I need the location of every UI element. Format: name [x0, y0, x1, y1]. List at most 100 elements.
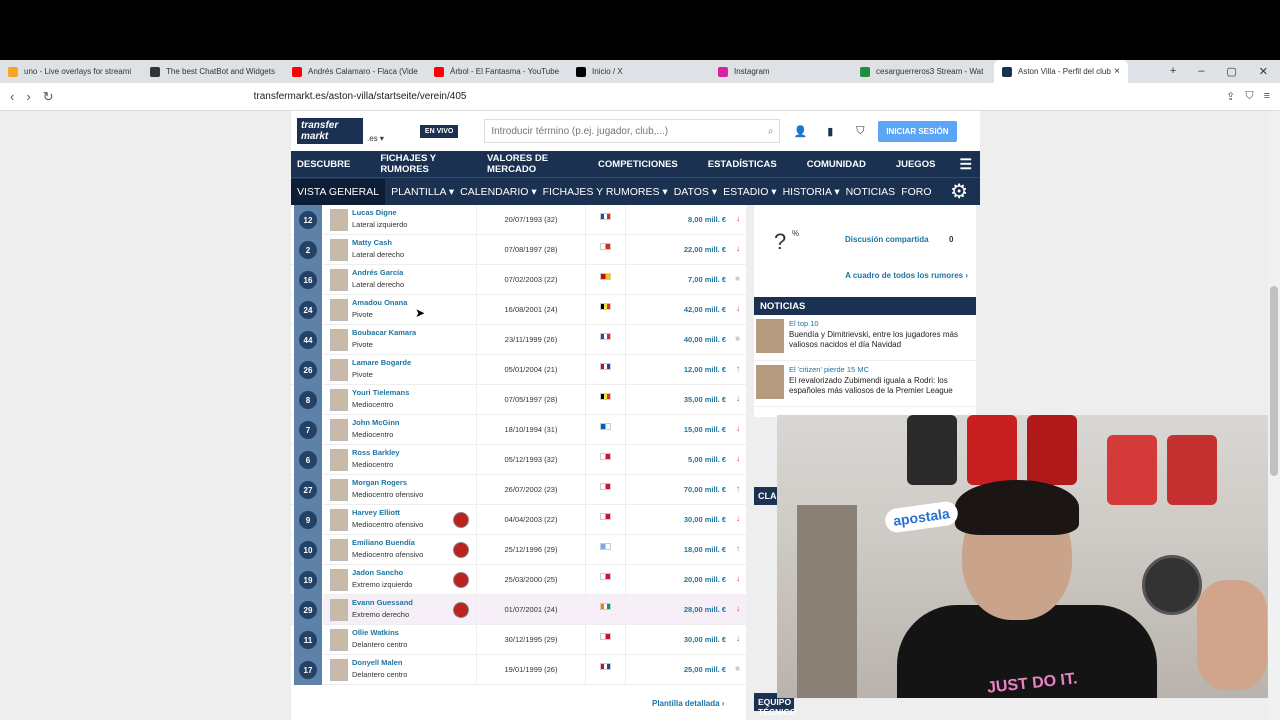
- url-field[interactable]: transfermarkt.es/aston-villa/startseite/…: [254, 91, 467, 102]
- burger-icon[interactable]: ☰: [959, 156, 972, 173]
- player-name-link[interactable]: Boubacar Kamara: [352, 328, 416, 337]
- player-name-link[interactable]: Morgan Rogers: [352, 478, 407, 487]
- market-value-link[interactable]: 7,00 mill. €: [688, 275, 726, 284]
- rumor-discussion-link[interactable]: Discusión compartida: [845, 235, 929, 244]
- loan-club-crest-icon[interactable]: [453, 542, 469, 558]
- market-value-link[interactable]: 5,00 mill. €: [688, 455, 726, 464]
- market-value-link[interactable]: 8,00 mill. €: [688, 215, 726, 224]
- player-photo[interactable]: [330, 419, 348, 441]
- loan-club-crest-icon[interactable]: [453, 602, 469, 618]
- player-photo[interactable]: [330, 209, 348, 231]
- loan-club-crest-icon[interactable]: [453, 512, 469, 528]
- search-icon[interactable]: ⌕: [768, 126, 774, 137]
- sub-nav-item[interactable]: DATOS ▾: [674, 186, 717, 198]
- news-tag[interactable]: El 'citizen' pierde 15 MC: [789, 365, 869, 374]
- player-name-link[interactable]: Harvey Elliott: [352, 508, 400, 517]
- market-value-link[interactable]: 35,00 mill. €: [684, 395, 726, 404]
- player-photo[interactable]: [330, 269, 348, 291]
- market-value-link[interactable]: 42,00 mill. €: [684, 305, 726, 314]
- user-icon[interactable]: 👤: [790, 121, 810, 141]
- minimize-icon[interactable]: –: [1198, 65, 1204, 78]
- bookmark-icon[interactable]: ▮: [820, 121, 840, 141]
- browser-tab[interactable]: The best ChatBot and Widgets: [142, 60, 284, 83]
- player-photo[interactable]: [330, 329, 348, 351]
- browser-tab[interactable]: uno - Live overlays for streami: [0, 60, 142, 83]
- player-photo[interactable]: [330, 479, 348, 501]
- market-value-link[interactable]: 22,00 mill. €: [684, 245, 726, 254]
- player-name-link[interactable]: Andrés García: [352, 268, 403, 277]
- sub-nav-item[interactable]: HISTORIA ▾: [783, 186, 840, 198]
- back-icon[interactable]: ‹: [10, 89, 14, 105]
- browser-tab[interactable]: Inicio / X: [568, 60, 710, 83]
- player-name-link[interactable]: Matty Cash: [352, 238, 392, 247]
- market-value-link[interactable]: 12,00 mill. €: [684, 365, 726, 374]
- player-name-link[interactable]: John McGinn: [352, 418, 400, 427]
- all-rumors-link[interactable]: A cuadro de todos los rumores ›: [845, 271, 968, 280]
- player-photo[interactable]: [330, 599, 348, 621]
- menu-icon[interactable]: ≡: [1264, 90, 1270, 103]
- sub-nav-item[interactable]: ESTADIO ▾: [723, 186, 777, 198]
- search-box[interactable]: ⌕: [484, 119, 781, 143]
- scrollbar-thumb[interactable]: [1270, 286, 1278, 476]
- main-nav-item[interactable]: COMPETICIONES: [598, 159, 678, 170]
- market-value-link[interactable]: 15,00 mill. €: [684, 425, 726, 434]
- news-tag[interactable]: El top 10: [789, 319, 819, 328]
- main-nav-item[interactable]: DESCUBRE: [297, 159, 350, 170]
- site-logo[interactable]: transfer markt: [297, 118, 363, 144]
- main-nav-item[interactable]: VALORES DE MERCADO: [487, 153, 568, 175]
- maximize-icon[interactable]: ▢: [1226, 65, 1236, 78]
- shield-icon[interactable]: ⛉: [850, 121, 870, 141]
- player-name-link[interactable]: Ross Barkley: [352, 448, 400, 457]
- news-image[interactable]: [756, 319, 784, 353]
- player-photo[interactable]: [330, 569, 348, 591]
- main-nav-item[interactable]: FICHAJES Y RUMORES: [380, 153, 457, 175]
- browser-tab[interactable]: cesarguerreros3 Stream - Wat: [852, 60, 994, 83]
- sub-nav-item[interactable]: CALENDARIO ▾: [460, 186, 536, 198]
- search-input[interactable]: [491, 125, 768, 137]
- live-button[interactable]: EN VIVO: [419, 124, 459, 138]
- player-name-link[interactable]: Youri Tielemans: [352, 388, 409, 397]
- market-value-link[interactable]: 70,00 mill. €: [684, 485, 726, 494]
- login-button[interactable]: INICIAR SESIÓN: [878, 120, 957, 142]
- market-value-link[interactable]: 20,00 mill. €: [684, 575, 726, 584]
- market-value-link[interactable]: 30,00 mill. €: [684, 635, 726, 644]
- main-nav-item[interactable]: ESTADÍSTICAS: [708, 159, 777, 170]
- loan-club-crest-icon[interactable]: [453, 572, 469, 588]
- browser-tab[interactable]: Árbol - El Fantasma - YouTube: [426, 60, 568, 83]
- market-value-link[interactable]: 40,00 mill. €: [684, 335, 726, 344]
- player-photo[interactable]: [330, 239, 348, 261]
- market-value-link[interactable]: 25,00 mill. €: [684, 665, 726, 674]
- sub-nav-item[interactable]: FICHAJES Y RUMORES ▾: [543, 186, 668, 198]
- main-nav-item[interactable]: COMUNIDAD: [807, 159, 866, 170]
- sub-nav-item[interactable]: VISTA GENERAL: [291, 178, 386, 205]
- close-tab-icon[interactable]: ×: [1114, 66, 1120, 77]
- reload-icon[interactable]: ↻: [43, 89, 54, 105]
- news-item[interactable]: El 'citizen' pierde 15 MC El revalorizado…: [754, 361, 976, 407]
- player-name-link[interactable]: Ollie Watkins: [352, 628, 399, 637]
- market-value-link[interactable]: 28,00 mill. €: [684, 605, 726, 614]
- player-name-link[interactable]: Emiliano Buendía: [352, 538, 415, 547]
- player-photo[interactable]: [330, 449, 348, 471]
- browser-tab[interactable]: Andrés Calamaro - Flaca (Vide: [284, 60, 426, 83]
- player-photo[interactable]: [330, 299, 348, 321]
- sub-nav-item[interactable]: PLANTILLA ▾: [391, 186, 454, 198]
- news-item[interactable]: El top 10 Buendía y Dimitrievski, entre l…: [754, 315, 976, 361]
- player-photo[interactable]: [330, 509, 348, 531]
- gear-icon[interactable]: ⚙: [950, 179, 968, 204]
- player-photo[interactable]: [330, 389, 348, 411]
- news-image[interactable]: [756, 365, 784, 399]
- new-tab-icon[interactable]: +: [1170, 65, 1176, 78]
- player-photo[interactable]: [330, 539, 348, 561]
- page-scrollbar[interactable]: [1268, 111, 1280, 720]
- shield-icon[interactable]: ⛉: [1245, 90, 1253, 103]
- squad-detail-link[interactable]: Plantilla detallada ›: [652, 699, 724, 708]
- player-name-link[interactable]: Jadon Sancho: [352, 568, 403, 577]
- locale-selector[interactable]: .es ▾: [367, 134, 384, 143]
- sub-nav-item[interactable]: FORO: [901, 186, 931, 198]
- browser-tab[interactable]: Aston Villa - Perfil del club ×: [994, 60, 1128, 83]
- market-value-link[interactable]: 30,00 mill. €: [684, 515, 726, 524]
- browser-tab[interactable]: Instagram: [710, 60, 852, 83]
- player-photo[interactable]: [330, 629, 348, 651]
- sub-nav-item[interactable]: NOTICIAS: [846, 186, 896, 198]
- forward-icon[interactable]: ›: [26, 89, 30, 105]
